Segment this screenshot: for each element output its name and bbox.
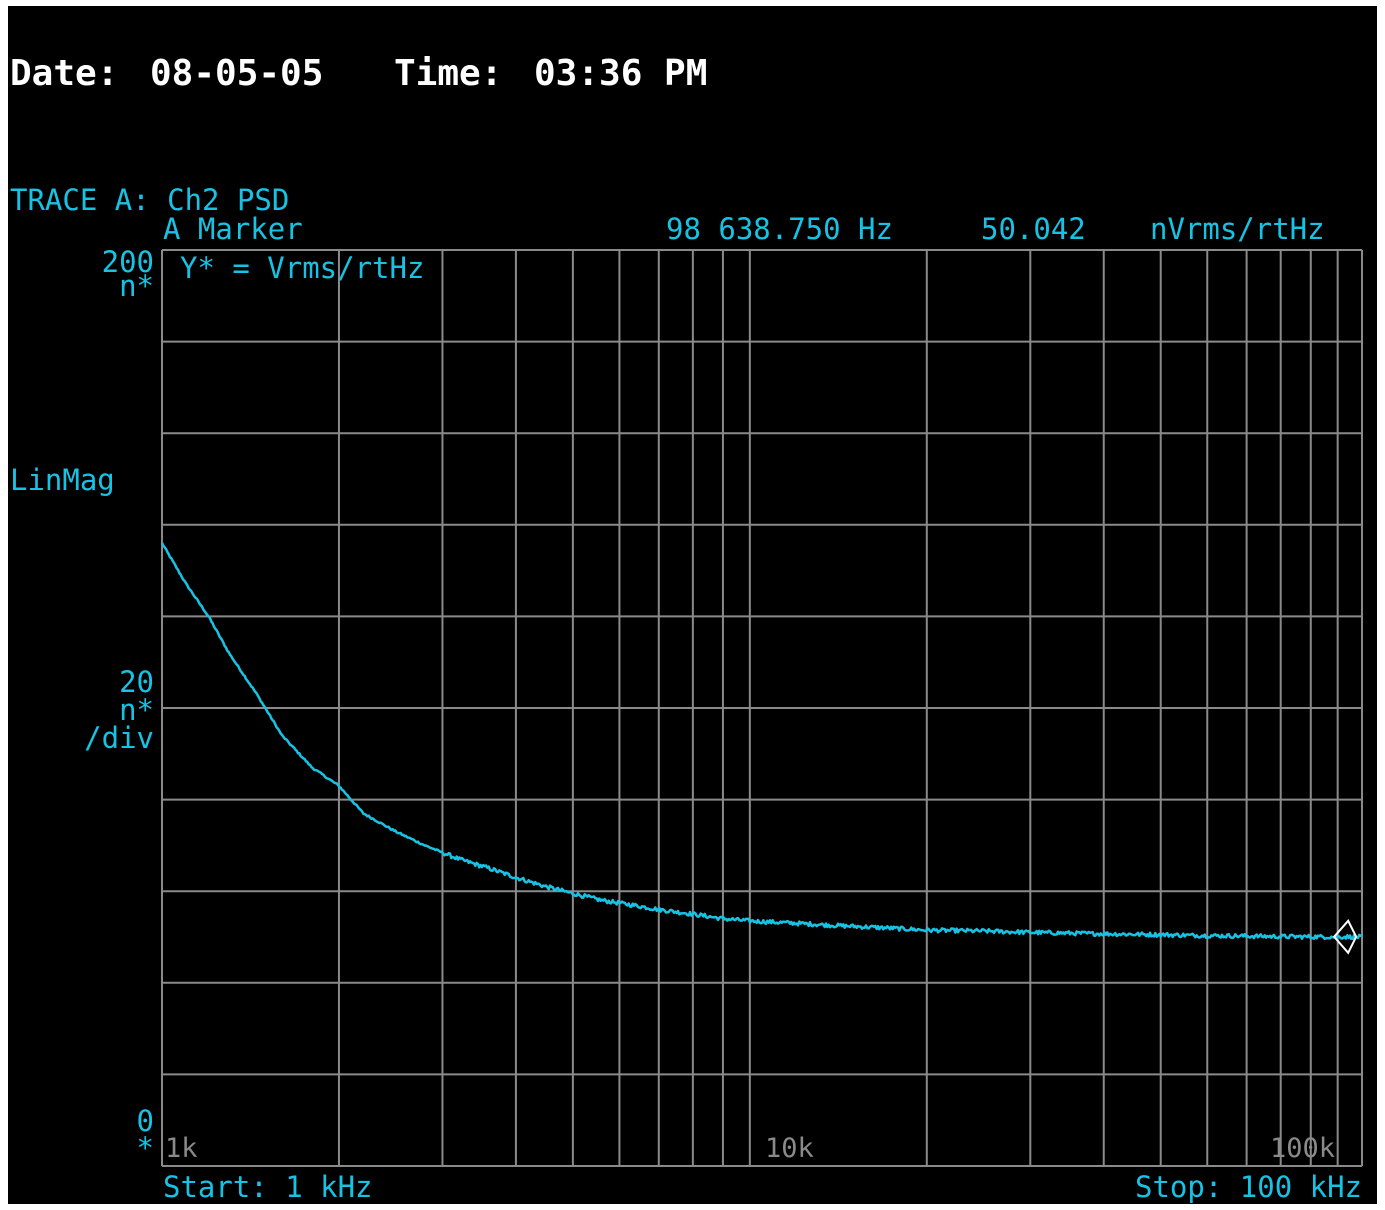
trace-a-line: [160, 542, 1363, 941]
y-unit-note: Y* = Vrms/rtHz: [180, 251, 425, 285]
x-tick-1k: 1k: [165, 1133, 198, 1164]
plot-grid: [161, 249, 1363, 1167]
marker-frequency: 98 638.750 Hz: [666, 212, 893, 246]
stop-frequency: Stop: 100 kHz: [1135, 1170, 1362, 1204]
time-label: Time:: [394, 53, 503, 94]
trace-title: TRACE A: Ch2 PSD: [10, 183, 290, 217]
marker-value: 50.042: [981, 212, 1086, 246]
date-value: 08-05-05: [150, 53, 324, 94]
y-top-unit: n*: [119, 269, 154, 303]
y-bottom-unit: *: [136, 1131, 154, 1165]
y-scale-type: LinMag: [10, 463, 115, 497]
x-tick-10k: 10k: [765, 1133, 814, 1164]
analyzer-screen: Date: 08-05-05 Time: 03:36 PM TRACE A: C…: [8, 6, 1377, 1204]
y-scale-per: /div: [84, 721, 154, 755]
date-label: Date:: [10, 53, 119, 94]
start-frequency: Start: 1 kHz: [163, 1170, 373, 1204]
x-tick-100k: 100k: [1270, 1133, 1336, 1164]
marker-label: A Marker: [163, 212, 303, 246]
marker-unit: nVrms/rtHz: [1150, 212, 1325, 246]
time-value: 03:36 PM: [534, 53, 708, 94]
